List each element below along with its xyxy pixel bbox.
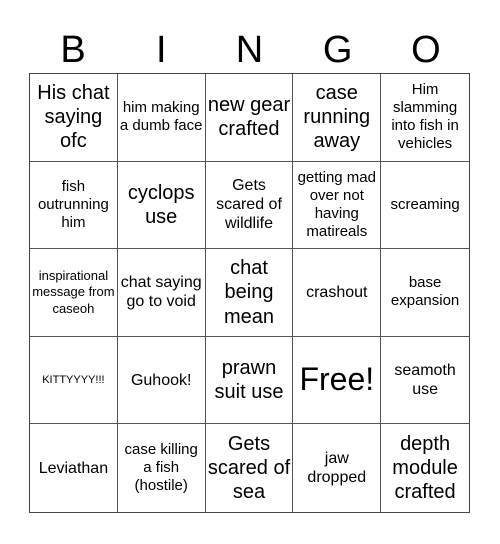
bingo-cell[interactable]: Gets scared of sea	[206, 424, 294, 512]
bingo-cell[interactable]: fish outrunning him	[30, 161, 118, 250]
bingo-cell[interactable]: cyclops use	[117, 161, 206, 250]
bingo-cell[interactable]: Guhook!	[117, 336, 206, 425]
free-space-cell[interactable]: Free!	[293, 336, 382, 425]
bingo-cell[interactable]: chat being mean	[205, 249, 294, 337]
bingo-cell[interactable]: chat saying go to void	[117, 249, 206, 337]
bingo-cell[interactable]: depth module crafted	[381, 424, 469, 512]
header-letter-i: I	[156, 29, 167, 71]
header-letter-b: B	[60, 29, 86, 71]
bingo-cell[interactable]: His chat saying ofc	[30, 74, 118, 162]
bingo-cell[interactable]: screaming	[381, 162, 469, 250]
bingo-cell[interactable]: him making a dumb face	[117, 74, 206, 162]
bingo-cell[interactable]: jaw dropped	[293, 424, 382, 512]
bingo-cell[interactable]: Leviathan	[30, 424, 118, 512]
bingo-cell[interactable]: Him slamming into fish in vehicles	[381, 74, 469, 162]
bingo-cell[interactable]: base expansion	[381, 249, 469, 337]
bingo-header: B I N G O	[29, 28, 470, 73]
bingo-cell[interactable]: KITTYYYY!!!	[30, 336, 118, 425]
bingo-cell[interactable]: inspirational message from caseoh	[30, 249, 118, 337]
bingo-cell[interactable]: getting mad over not having matireals	[293, 161, 382, 250]
bingo-cell[interactable]: Gets scared of wildlife	[205, 161, 294, 250]
header-letter-g: G	[322, 29, 353, 71]
header-letter-o: O	[411, 29, 441, 71]
bingo-grid: His chat saying ofc him making a dumb fa…	[29, 73, 470, 513]
bingo-cell[interactable]: prawn suit use	[205, 336, 294, 425]
bingo-cell[interactable]: seamoth use	[381, 337, 469, 425]
bingo-cell[interactable]: crashout	[293, 249, 382, 337]
bingo-cell[interactable]: new gear crafted	[205, 74, 294, 162]
header-letter-n: N	[235, 29, 264, 71]
bingo-cell[interactable]: case running away	[293, 74, 382, 162]
bingo-cell[interactable]: case killing a fish (hostile)	[118, 424, 206, 512]
